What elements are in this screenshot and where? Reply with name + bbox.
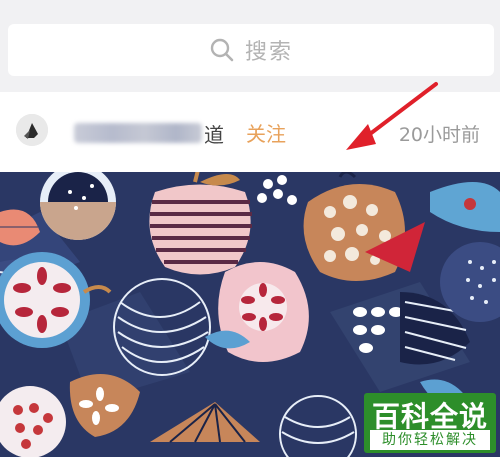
avatar[interactable] (16, 114, 48, 146)
search-icon (210, 38, 234, 62)
follow-button[interactable]: 关注 (246, 118, 286, 147)
author-name-suffix: 道 (204, 122, 224, 147)
watermark-subtitle: 助你轻松解决 (370, 430, 490, 450)
search-placeholder: 搜索 (244, 40, 293, 65)
author-name-blurred (74, 123, 202, 143)
watermark-title: 百科全说 (371, 400, 488, 433)
author-name[interactable]: 道 (74, 118, 224, 148)
avatar-image (16, 114, 48, 146)
red-arrow-annotation (346, 82, 438, 150)
watermark-logo: 百科全说 助你轻松解决 (364, 393, 496, 453)
search-bar[interactable]: 搜索 (8, 24, 494, 76)
